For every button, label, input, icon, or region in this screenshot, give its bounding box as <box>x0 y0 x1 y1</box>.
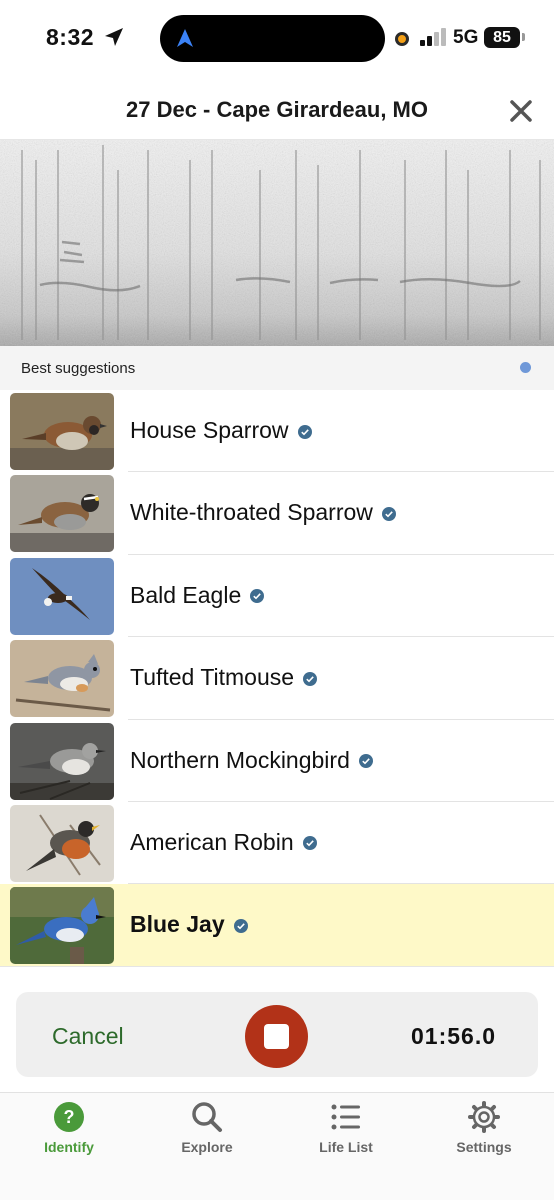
stop-recording-button[interactable] <box>245 1005 308 1068</box>
verified-check-icon <box>358 754 373 769</box>
signal-strength-icon <box>420 28 448 46</box>
verified-check-icon <box>302 836 317 851</box>
verified-check-icon <box>297 424 312 439</box>
recording-timer: 01:56.0 <box>411 1023 497 1049</box>
verified-check-icon <box>250 589 265 604</box>
tab-label: Identify <box>44 1139 94 1155</box>
recording-indicator-icon <box>395 32 409 46</box>
tab-life-list[interactable]: Life List <box>291 1101 401 1161</box>
species-row-bald-eagle[interactable]: Bald Eagle <box>0 554 554 638</box>
species-list: House Sparrow White-throated Sparrow Bal… <box>0 390 554 967</box>
species-row-american-robin[interactable]: American Robin <box>0 801 554 885</box>
species-name: Tufted Titmouse <box>130 664 318 691</box>
tab-label: Explore <box>181 1139 233 1155</box>
species-name: Blue Jay <box>130 911 248 938</box>
american-robin-photo <box>10 804 114 882</box>
battery-cap <box>522 33 525 41</box>
species-name: Northern Mockingbird <box>130 747 373 774</box>
species-name: House Sparrow <box>130 417 312 444</box>
tufted-titmouse-photo <box>10 640 114 718</box>
blue-jay-photo <box>10 887 114 965</box>
question-circle-icon: ? <box>54 1102 84 1132</box>
suggestions-header: Best suggestions <box>0 346 554 390</box>
bald-eagle-photo <box>10 557 114 635</box>
spectrogram[interactable] <box>0 140 554 346</box>
tab-identify[interactable]: ? Identify <box>14 1101 124 1161</box>
gear-icon <box>468 1101 500 1133</box>
verified-check-icon <box>233 918 248 933</box>
location-arrow-icon <box>105 28 123 46</box>
species-row-white-throated-sparrow[interactable]: White-throated Sparrow <box>0 472 554 555</box>
page-indicator-dot <box>520 362 531 373</box>
tab-label: Settings <box>456 1139 512 1155</box>
network-type: 5G <box>453 27 479 48</box>
species-name: White-throated Sparrow <box>130 499 396 526</box>
species-name: Bald Eagle <box>130 582 265 609</box>
stop-icon <box>264 1024 289 1049</box>
search-icon <box>192 1102 222 1132</box>
svg-text:?: ? <box>64 1107 75 1127</box>
species-name: American Robin <box>130 829 317 856</box>
tab-explore[interactable]: Explore <box>152 1101 262 1161</box>
dynamic-island <box>160 15 385 62</box>
species-row-tufted-titmouse[interactable]: Tufted Titmouse <box>0 637 554 720</box>
tab-label: Life List <box>319 1139 373 1155</box>
verified-check-icon <box>381 506 396 521</box>
page-title: 27 Dec - Cape Girardeau, MO <box>126 97 428 122</box>
species-row-blue-jay[interactable]: Blue Jay <box>0 884 554 967</box>
status-time: 8:32 <box>46 24 95 50</box>
status-bar: 8:32 5G 85 <box>0 0 554 78</box>
northern-mockingbird-photo <box>10 722 114 800</box>
cancel-button[interactable]: Cancel <box>52 1023 124 1050</box>
close-icon[interactable] <box>506 96 536 126</box>
verified-check-icon <box>303 671 318 686</box>
white-throated-sparrow-photo <box>10 475 114 553</box>
list-icon <box>331 1104 360 1130</box>
species-row-northern-mockingbird[interactable]: Northern Mockingbird <box>0 719 554 802</box>
tab-settings[interactable]: Settings <box>429 1101 539 1161</box>
species-row-house-sparrow[interactable]: House Sparrow <box>0 390 554 473</box>
tab-bar: ? Identify Explore Life List Settings <box>0 1092 554 1200</box>
spectrogram-image <box>0 140 554 346</box>
suggestions-title: Best suggestions <box>21 360 136 377</box>
navigation-arrow-icon <box>177 29 193 47</box>
session-header: 27 Dec - Cape Girardeau, MO <box>0 78 554 140</box>
battery-icon: 85 <box>484 27 520 48</box>
house-sparrow-photo <box>10 393 114 470</box>
